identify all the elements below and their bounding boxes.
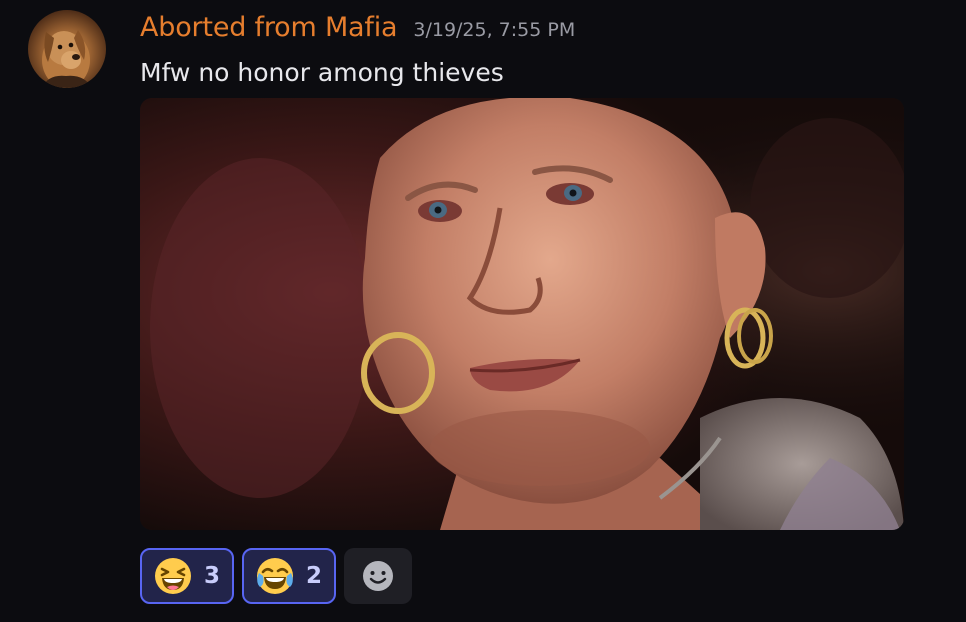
reaction-count: 3 [204,563,221,589]
meme-image [140,98,904,530]
reaction-bar: 3 2 [140,548,413,604]
joy-emoji-icon [257,558,294,594]
chat-message: Aborted from Mafia 3/19/25, 7:55 PM Mfw … [0,0,966,622]
author-name[interactable]: Aborted from Mafia [140,8,398,48]
add-reaction-button[interactable] [344,548,413,604]
laughing-emoji-icon [155,558,191,594]
message-timestamp[interactable]: 3/19/25, 7:55 PM [413,10,575,50]
reaction-count: 2 [306,563,323,589]
reaction-joy[interactable]: 2 [242,548,337,604]
message-header: Aborted from Mafia 3/19/25, 7:55 PM [140,8,575,48]
reaction-laughing[interactable]: 3 [140,548,235,604]
message-text: Mfw no honor among thieves [140,58,504,87]
add-reaction-smiley-icon [363,561,394,591]
image-attachment[interactable] [140,98,904,530]
dog-avatar-icon [42,30,92,88]
user-avatar[interactable] [28,10,106,88]
